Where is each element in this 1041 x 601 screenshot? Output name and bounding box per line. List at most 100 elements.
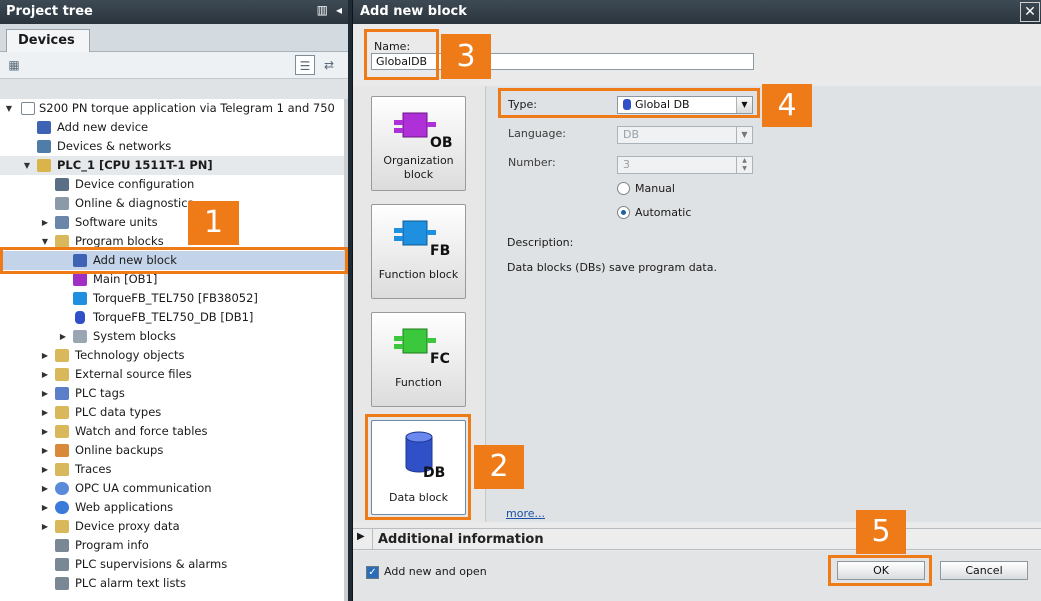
language-select[interactable]: DB ▼ xyxy=(617,126,753,144)
split-view-icon[interactable]: ▥ xyxy=(317,3,328,17)
tree-item-supervisions[interactable]: PLC supervisions & alarms xyxy=(0,555,344,574)
manual-radio[interactable] xyxy=(617,182,630,195)
highlight-type-select xyxy=(498,88,760,118)
tree-item-watch-force[interactable]: ▶ Watch and force tables xyxy=(0,422,344,441)
function-button[interactable]: FC Function xyxy=(371,312,466,407)
expand-arrow-icon[interactable]: ▶ xyxy=(40,460,50,479)
expand-arrow-icon[interactable]: ▶ xyxy=(40,441,50,460)
tree-item-project[interactable]: ▼ S200 PN torque application via Telegra… xyxy=(0,99,344,118)
expand-arrow-icon[interactable]: ▶ xyxy=(40,213,50,232)
program-info-icon xyxy=(55,539,69,552)
additional-information-label: Additional information xyxy=(378,532,544,547)
tree-tab-bar: Devices xyxy=(0,24,348,53)
tree-item-devices-networks[interactable]: Devices & networks xyxy=(0,137,344,156)
function-block-label: Function block xyxy=(378,268,459,281)
expand-arrow-icon[interactable]: ▶ xyxy=(58,327,68,346)
expand-arrow-icon[interactable]: ▶ xyxy=(40,365,50,384)
collapse-panel-icon[interactable]: ◂ xyxy=(336,3,342,17)
step-badge-2: 2 xyxy=(474,445,524,489)
automatic-radio[interactable] xyxy=(617,206,630,219)
tree-item-torque-fb[interactable]: TorqueFB_TEL750 [FB38052] xyxy=(0,289,344,308)
tree-toolbar: ▦ ☰ ⇄ xyxy=(0,52,348,79)
expand-arrow-icon[interactable]: ▶ xyxy=(40,346,50,365)
cpu-icon xyxy=(37,159,51,172)
opc-ua-icon xyxy=(55,482,69,495)
dialog-title-bar: Add new block xyxy=(353,0,1041,24)
folder-icon xyxy=(55,463,69,476)
chevron-down-icon[interactable]: ▼ xyxy=(736,127,752,143)
tree-item-plc-data-types[interactable]: ▶ PLC data types xyxy=(0,403,344,422)
highlight-data-block xyxy=(365,414,471,520)
highlight-add-new-block xyxy=(0,247,348,274)
expand-arrow-icon[interactable]: ▶ xyxy=(40,479,50,498)
expand-arrow-icon[interactable]: ▶ xyxy=(40,517,50,536)
tree-item-program-info[interactable]: Program info xyxy=(0,536,344,555)
tree-item-plc-tags[interactable]: ▶ PLC tags xyxy=(0,384,344,403)
tree-item-traces[interactable]: ▶ Traces xyxy=(0,460,344,479)
organization-block-button[interactable]: OB Organization block xyxy=(371,96,466,191)
folder-icon xyxy=(55,425,69,438)
number-label: Number: xyxy=(508,156,556,169)
folder-icon xyxy=(55,406,69,419)
tree-item-opc-ua[interactable]: ▶ OPC UA communication xyxy=(0,479,344,498)
project-tree-pane: Project tree ▥ ◂ Devices ▦ ☰ ⇄ ▼ S200 PN… xyxy=(0,0,348,601)
cancel-button[interactable]: Cancel xyxy=(940,561,1028,580)
expand-arrow-icon[interactable]: ▶ xyxy=(40,384,50,403)
expand-arrow-icon[interactable]: ▶ xyxy=(40,498,50,517)
tree-item-technology-objects[interactable]: ▶ Technology objects xyxy=(0,346,344,365)
tree-item-device-proxy[interactable]: ▶ Device proxy data xyxy=(0,517,344,536)
tree-item-system-blocks[interactable]: ▶ System blocks xyxy=(0,327,344,346)
tree-scrollbar[interactable] xyxy=(344,99,348,601)
expand-arrow-icon[interactable]: ▶ xyxy=(357,531,365,542)
tree-item-web-apps[interactable]: ▶ Web applications xyxy=(0,498,344,517)
folder-icon xyxy=(55,349,69,362)
expand-arrow-icon[interactable]: ▶ xyxy=(40,422,50,441)
list-view-icon[interactable]: ☰ xyxy=(295,55,315,75)
tree-item-alarm-text[interactable]: PLC alarm text lists xyxy=(0,574,344,593)
svg-text:OB: OB xyxy=(430,135,453,151)
sync-icon[interactable]: ⇄ xyxy=(319,55,339,75)
tree-item-plc[interactable]: ▼ PLC_1 [CPU 1511T-1 PN] xyxy=(0,156,344,175)
add-device-icon xyxy=(37,121,51,134)
tree-item-device-config[interactable]: Device configuration xyxy=(0,175,344,194)
project-tree-list: ▼ S200 PN torque application via Telegra… xyxy=(0,99,344,601)
tree-item-online-backups[interactable]: ▶ Online backups xyxy=(0,441,344,460)
tab-devices[interactable]: Devices xyxy=(6,29,90,53)
tree-item-torque-db[interactable]: TorqueFB_TEL750_DB [DB1] xyxy=(0,308,344,327)
tree-item-external-sources[interactable]: ▶ External source files xyxy=(0,365,344,384)
project-overview-icon[interactable]: ▦ xyxy=(4,55,24,75)
close-icon[interactable]: ✕ xyxy=(1020,2,1040,22)
collapse-arrow-icon[interactable]: ▼ xyxy=(22,156,32,175)
language-label: Language: xyxy=(508,127,566,140)
fb-block-icon: FB xyxy=(394,220,450,259)
tree-item-software-units[interactable]: ▶ Software units xyxy=(0,213,344,232)
highlight-ok-button xyxy=(828,555,932,586)
collapse-arrow-icon[interactable]: ▼ xyxy=(4,99,14,118)
step-badge-1: 1 xyxy=(188,201,239,245)
project-tree-title: Project tree xyxy=(6,4,93,19)
folder-icon xyxy=(55,368,69,381)
software-units-icon xyxy=(55,216,69,229)
globe-icon xyxy=(55,501,69,514)
more-link[interactable]: more... xyxy=(506,507,545,520)
dialog-footer: ✓ Add new and open OK Cancel xyxy=(353,551,1041,601)
tree-item-online-diag[interactable]: Online & diagnostics xyxy=(0,194,344,213)
stepper-arrows-icon[interactable]: ▲ ▼ xyxy=(736,157,752,173)
expand-arrow-icon[interactable]: ▶ xyxy=(40,403,50,422)
ob-block-icon xyxy=(73,273,87,286)
number-stepper[interactable]: 3 ▲ ▼ xyxy=(617,156,753,174)
fc-block-icon: FC xyxy=(394,328,450,367)
tree-item-add-device[interactable]: Add new device xyxy=(0,118,344,137)
function-label: Function xyxy=(395,376,442,389)
diagnostics-icon xyxy=(55,197,69,210)
description-text: Data blocks (DBs) save program data. xyxy=(507,261,717,274)
divider xyxy=(372,529,373,549)
project-icon xyxy=(21,102,35,115)
device-config-icon xyxy=(55,178,69,191)
network-icon xyxy=(37,140,51,153)
additional-information-bar[interactable]: ▶ Additional information xyxy=(353,528,1041,550)
svg-text:FB: FB xyxy=(430,243,450,259)
add-and-open-checkbox[interactable]: ✓ xyxy=(366,566,379,579)
alarms-icon xyxy=(55,558,69,571)
function-block-button[interactable]: FB Function block xyxy=(371,204,466,299)
